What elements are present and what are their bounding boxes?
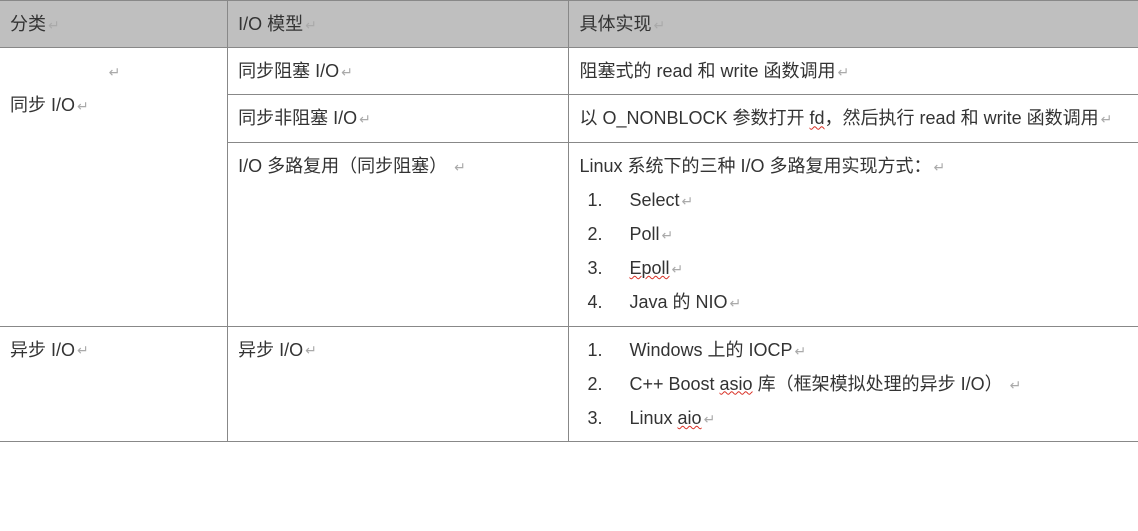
list-item: 3. Epoll↵ <box>579 251 1128 285</box>
table-row: ↵ 同步 I/O↵ 同步阻塞 I/O↵ 阻塞式的 read 和 write 函数… <box>0 48 1138 95</box>
wavy-underline-text: aio <box>678 408 702 428</box>
return-icon: ↵ <box>77 93 89 120</box>
table-header-row: 分类↵ I/O 模型↵ 具体实现↵ <box>0 1 1138 48</box>
return-icon: ↵ <box>795 343 807 359</box>
wavy-underline-text: Epoll <box>629 258 669 278</box>
list-item: 3. Linux aio↵ <box>579 401 1128 435</box>
return-icon: ↵ <box>662 227 674 243</box>
return-icon: ↵ <box>109 59 121 86</box>
header-impl: 具体实现↵ <box>569 1 1138 48</box>
cell-category-sync: ↵ 同步 I/O↵ <box>0 48 228 326</box>
return-icon: ↵ <box>341 59 353 86</box>
cell-impl: Linux 系统下的三种 I/O 多路复用实现方式：↵ 1. Select↵ 2… <box>569 142 1138 326</box>
return-icon: ↵ <box>1101 106 1113 133</box>
return-icon: ↵ <box>48 12 60 39</box>
return-icon: ↵ <box>934 154 946 181</box>
return-icon: ↵ <box>305 12 317 39</box>
cell-model: 同步非阻塞 I/O↵ <box>228 95 569 142</box>
list-item: 1. Select↵ <box>579 183 1128 217</box>
header-model: I/O 模型↵ <box>228 1 569 48</box>
cell-impl: 以 O_NONBLOCK 参数打开 fd，然后执行 read 和 write 函… <box>569 95 1138 142</box>
list-item: 1. Windows 上的 IOCP↵ <box>579 333 1128 367</box>
return-icon: ↵ <box>704 411 716 427</box>
list-item: 2. Poll↵ <box>579 217 1128 251</box>
cell-category-async: 异步 I/O↵ <box>0 326 228 442</box>
cell-model: 异步 I/O↵ <box>228 326 569 442</box>
return-icon: ↵ <box>454 154 466 181</box>
return-icon: ↵ <box>653 12 665 39</box>
wavy-underline-text: fd <box>810 108 825 128</box>
impl-list: 1. Select↵ 2. Poll↵ 3. Epoll↵ 4. Java 的 … <box>579 183 1128 320</box>
cell-impl: 阻塞式的 read 和 write 函数调用↵ <box>569 48 1138 95</box>
return-icon: ↵ <box>838 59 850 86</box>
return-icon: ↵ <box>1010 377 1022 393</box>
return-icon: ↵ <box>730 295 742 311</box>
io-model-table: 分类↵ I/O 模型↵ 具体实现↵ ↵ 同步 I/O↵ 同步阻塞 I/O↵ 阻塞… <box>0 0 1138 442</box>
return-icon: ↵ <box>359 106 371 133</box>
impl-list: 1. Windows 上的 IOCP↵ 2. C++ Boost asio 库（… <box>579 333 1128 436</box>
return-icon: ↵ <box>305 337 317 364</box>
list-item: 2. C++ Boost asio 库（框架模拟处理的异步 I/O） ↵ <box>579 367 1128 401</box>
cell-model: I/O 多路复用（同步阻塞） ↵ <box>228 142 569 326</box>
cell-model: 同步阻塞 I/O↵ <box>228 48 569 95</box>
return-icon: ↵ <box>77 337 89 364</box>
list-item: 4. Java 的 NIO↵ <box>579 285 1128 319</box>
wavy-underline-text: asio <box>720 374 753 394</box>
cell-impl: 1. Windows 上的 IOCP↵ 2. C++ Boost asio 库（… <box>569 326 1138 442</box>
return-icon: ↵ <box>672 261 684 277</box>
header-category: 分类↵ <box>0 1 228 48</box>
table-row: 异步 I/O↵ 异步 I/O↵ 1. Windows 上的 IOCP↵ 2. C… <box>0 326 1138 442</box>
return-icon: ↵ <box>682 193 694 209</box>
